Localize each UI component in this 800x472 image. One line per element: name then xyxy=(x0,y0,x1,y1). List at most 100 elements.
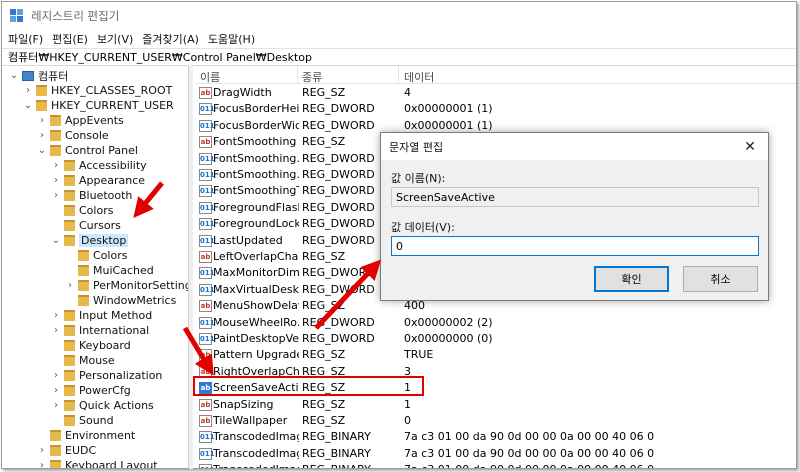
tree-item[interactable]: › International xyxy=(51,323,149,338)
value-data-input[interactable]: 0 xyxy=(391,236,759,256)
tree-item[interactable]: WindowMetrics xyxy=(65,293,176,308)
tree-item[interactable]: › EUDC xyxy=(37,443,96,458)
tree-item[interactable]: › Keyboard Layout xyxy=(37,458,158,468)
tree-item[interactable]: Environment xyxy=(37,428,135,443)
folder-icon xyxy=(78,250,89,261)
value-name: ForegroundFlash... xyxy=(213,200,299,214)
window-title: 레지스트리 편집기 xyxy=(31,9,120,23)
value-row[interactable]: 011FocusBorderHei...REG_DWORD 0x00000001 … xyxy=(195,101,796,117)
value-name-field: ScreenSaveActive xyxy=(391,187,759,207)
tree-item[interactable]: Cursors xyxy=(51,218,121,233)
collapse-chevron-icon[interactable]: ⌄ xyxy=(9,70,19,81)
folder-icon xyxy=(64,160,75,171)
value-row[interactable]: ab DragWidth REG_SZ 4 xyxy=(195,85,796,101)
column-type[interactable]: 종류 xyxy=(302,69,322,85)
value-row[interactable]: 011 MouseWheelRo... REG_DWORD 0x00000002 (2… xyxy=(195,315,796,331)
expand-chevron-icon[interactable]: › xyxy=(51,370,61,381)
value-data: 400 xyxy=(404,299,425,313)
binary-value-icon: 011 xyxy=(199,234,215,247)
expand-chevron-icon[interactable]: › xyxy=(37,130,47,141)
value-data: 1 xyxy=(404,381,411,395)
column-name[interactable]: 이름 xyxy=(200,69,220,85)
menu-edit[interactable]: 편집(E) xyxy=(52,31,88,47)
value-type: REG_SZ xyxy=(302,86,346,99)
expand-chevron-icon[interactable]: › xyxy=(37,115,47,126)
tree-item[interactable]: › Bluetooth xyxy=(51,188,132,203)
value-row[interactable]: 011TranscodedImag...REG_BINARY 7a c3 01 0… xyxy=(195,462,796,468)
collapse-chevron-icon[interactable]: ⌄ xyxy=(37,145,47,156)
binary-value-icon: 011 xyxy=(199,152,215,165)
column-data[interactable]: 데이터 xyxy=(404,69,434,85)
tree-item[interactable]: › PowerCfg xyxy=(51,383,131,398)
expand-chevron-icon[interactable]: › xyxy=(51,400,61,411)
tree-item[interactable]: MuiCached xyxy=(65,263,154,278)
tree-item[interactable]: › PerMonitorSettings xyxy=(65,278,188,293)
expand-chevron-icon[interactable]: › xyxy=(51,190,61,201)
tree-item[interactable]: ⌄ Control Panel xyxy=(37,143,138,158)
tree-item-label: EUDC xyxy=(65,444,97,457)
tree-item[interactable]: Keyboard xyxy=(51,338,131,353)
value-data-text[interactable]: 0 xyxy=(396,240,403,253)
expand-chevron-icon[interactable]: › xyxy=(37,460,47,468)
column-divider[interactable] xyxy=(297,66,298,84)
expand-chevron-icon[interactable]: › xyxy=(51,175,61,186)
binary-value-icon: 011 xyxy=(199,169,215,181)
value-row[interactable]: ab Pattern Upgrade REG_SZ TRUE xyxy=(195,347,796,363)
menu-view[interactable]: 보기(V) xyxy=(97,31,133,47)
collapse-chevron-icon[interactable]: ⌄ xyxy=(51,235,61,246)
expand-chevron-icon[interactable]: › xyxy=(51,385,61,396)
menu-favorites[interactable]: 즐겨찾기(A) xyxy=(142,31,199,47)
value-row[interactable]: 011TranscodedImag...REG_BINARY 7a c3 01 0… xyxy=(195,429,796,445)
expand-chevron-icon[interactable]: › xyxy=(51,310,61,321)
tree-item[interactable]: ⌄ 컴퓨터 xyxy=(9,68,69,83)
tree-item[interactable]: ⌄ Desktop xyxy=(51,233,129,248)
expand-chevron-icon[interactable]: › xyxy=(37,445,47,456)
address-path[interactable]: 컴퓨터₩HKEY_CURRENT_USER₩Control Panel₩Desk… xyxy=(8,49,312,65)
tree-item[interactable]: Sound xyxy=(51,413,114,428)
string-value-icon: ab xyxy=(199,300,212,313)
tree-item[interactable]: › HKEY_CLASSES_ROOT xyxy=(23,83,172,98)
tree-item[interactable]: ⌄ HKEY_CURRENT_USER xyxy=(23,98,174,113)
tree-item[interactable]: Mouse xyxy=(51,353,115,368)
expand-chevron-icon[interactable]: › xyxy=(51,325,61,336)
close-icon[interactable]: ✕ xyxy=(740,138,760,156)
pane-splitter[interactable] xyxy=(189,64,193,469)
tree-item[interactable]: › Console xyxy=(37,128,109,143)
expand-chevron-icon[interactable]: › xyxy=(65,280,75,291)
value-name-label: 값 이름(N): xyxy=(391,172,446,185)
folder-icon xyxy=(50,445,61,456)
cancel-button[interactable]: 취소 xyxy=(683,266,758,292)
folder-icon xyxy=(64,310,75,321)
menu-help[interactable]: 도움말(H) xyxy=(208,31,255,47)
menu-file[interactable]: 파일(F) xyxy=(8,31,43,47)
folder-icon xyxy=(78,265,89,276)
expand-chevron-icon[interactable]: › xyxy=(51,160,61,171)
tree-item-label: Console xyxy=(65,129,109,142)
ok-button[interactable]: 확인 xyxy=(594,266,669,292)
collapse-chevron-icon[interactable]: ⌄ xyxy=(23,100,33,111)
folder-icon xyxy=(50,460,61,468)
tree-item[interactable]: › AppEvents xyxy=(37,113,124,128)
binary-value-icon: 011 xyxy=(199,267,215,280)
tree-item[interactable]: › Accessibility xyxy=(51,158,147,173)
value-type: REG_DWORD xyxy=(302,315,375,329)
value-row[interactable]: 011TranscodedImag...REG_BINARY 7a c3 01 0… xyxy=(195,446,796,462)
tree-item[interactable]: › Input Method xyxy=(51,308,152,323)
folder-icon xyxy=(64,355,75,366)
value-name: Pattern Upgrade xyxy=(213,348,299,362)
value-row[interactable]: ab SnapSizing REG_SZ 1 xyxy=(195,397,796,413)
tree-item-label: Control Panel xyxy=(65,144,138,157)
column-divider[interactable] xyxy=(398,66,399,84)
value-row[interactable]: ab TileWallpaper REG_SZ 0 xyxy=(195,413,796,429)
expand-chevron-icon[interactable]: › xyxy=(23,85,33,96)
address-bar[interactable]: 컴퓨터₩HKEY_CURRENT_USER₩Control Panel₩Desk… xyxy=(2,48,796,66)
tree-item[interactable]: Colors xyxy=(51,203,113,218)
tree-item-label: Colors xyxy=(79,204,114,217)
folder-icon xyxy=(36,85,47,96)
folder-icon xyxy=(50,430,61,441)
tree-item[interactable]: › Quick Actions xyxy=(51,398,154,413)
value-row[interactable]: 011PaintDesktopVe...REG_DWORD 0x00000000 … xyxy=(195,331,796,347)
tree-item[interactable]: › Personalization xyxy=(51,368,162,383)
tree-item[interactable]: › Appearance xyxy=(51,173,145,188)
tree-item[interactable]: Colors xyxy=(65,248,127,263)
